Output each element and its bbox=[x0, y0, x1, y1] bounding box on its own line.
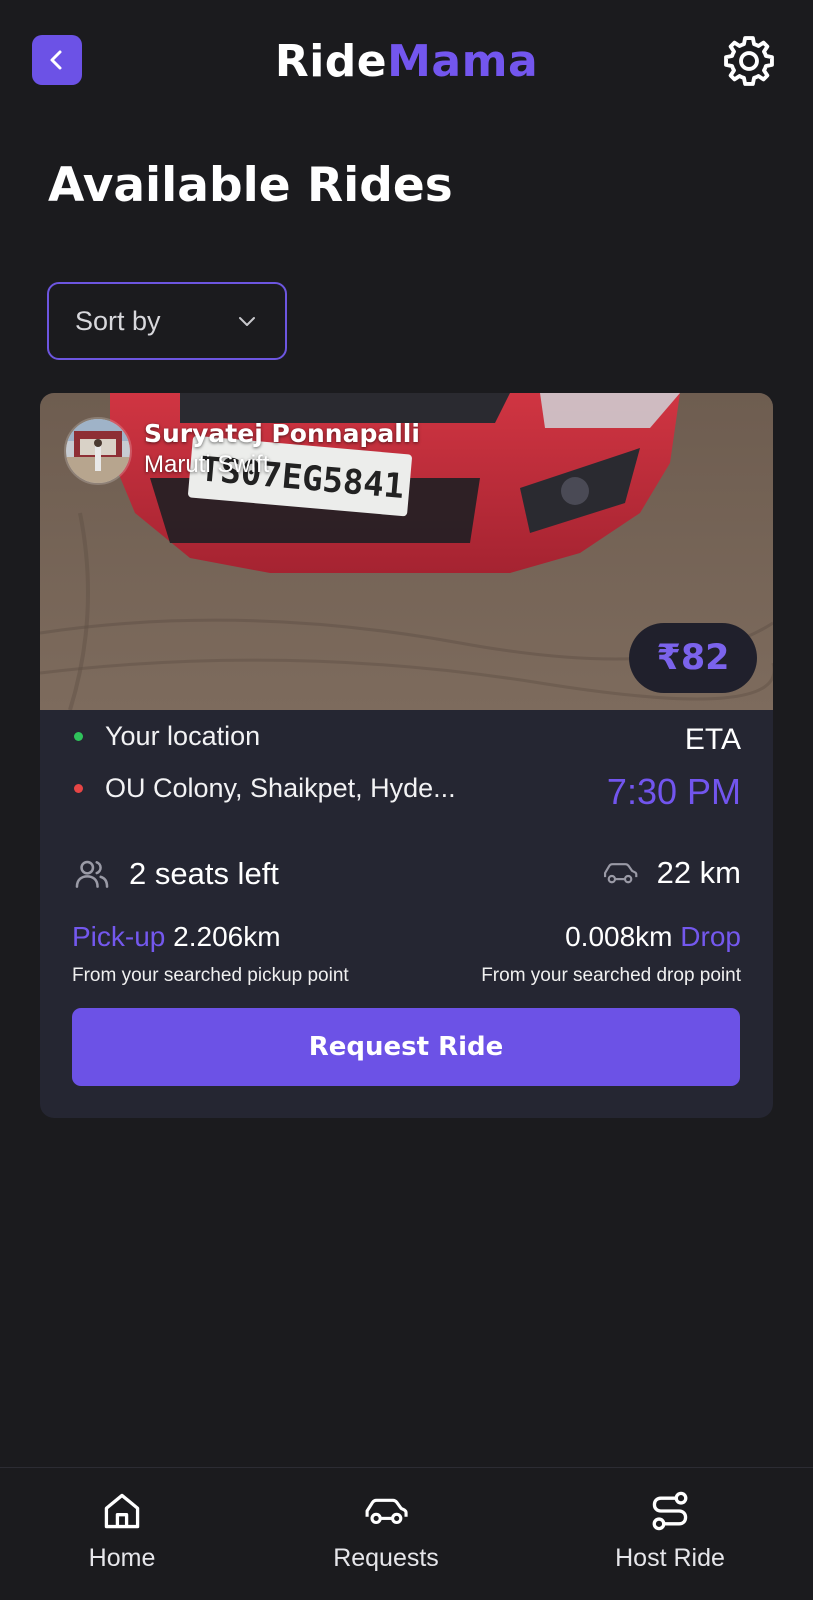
nav-label-home: Home bbox=[88, 1544, 156, 1572]
chevron-down-icon bbox=[239, 317, 255, 326]
pickup-subtext: From your searched pickup point bbox=[72, 965, 349, 986]
eta-label: ETA bbox=[684, 723, 741, 756]
nav-item-home[interactable]: Home bbox=[22, 1468, 222, 1600]
settings-button[interactable] bbox=[720, 32, 778, 90]
destination-text: OU Colony, Shaikpet, Hyde... bbox=[105, 773, 456, 803]
sort-by-label: Sort by bbox=[75, 305, 161, 336]
app-logo: RideMama bbox=[0, 36, 813, 87]
car-photo: TS07EG5841 Suryatej Ponnapalli Maruti Sw… bbox=[40, 393, 773, 710]
gear-icon bbox=[724, 36, 774, 86]
sort-by-dropdown[interactable]: Sort by bbox=[47, 282, 287, 360]
destination-row: OU Colony, Shaikpet, Hyde... bbox=[74, 773, 456, 804]
users-icon bbox=[75, 860, 109, 888]
origin-row: Your location bbox=[74, 721, 260, 752]
car-icon bbox=[365, 1498, 408, 1525]
origin-text: Your location bbox=[105, 721, 261, 751]
home-icon bbox=[104, 1493, 140, 1529]
brand-part-mama: Mama bbox=[387, 36, 539, 87]
avatar-image bbox=[66, 419, 130, 483]
nav-item-requests[interactable]: Requests bbox=[286, 1468, 486, 1600]
car-icon bbox=[603, 863, 637, 884]
seats-info: 2 seats left bbox=[73, 855, 279, 893]
pickup-info: Pick-up 2.206km bbox=[72, 921, 281, 953]
pickup-label: Pick-up bbox=[72, 921, 166, 952]
drop-subtext: From your searched drop point bbox=[481, 965, 741, 986]
brand-part-ride: Ride bbox=[274, 36, 388, 87]
app-screen: RideMama Available Rides Sort by TS07EG5… bbox=[0, 0, 813, 1600]
nav-label-requests: Requests bbox=[333, 1544, 439, 1572]
destination-dot-icon bbox=[74, 784, 83, 793]
nav-label-host-ride: Host Ride bbox=[615, 1544, 725, 1572]
eta-time: 7:30 PM bbox=[606, 771, 741, 812]
drop-label: Drop bbox=[680, 921, 741, 952]
origin-dot-icon bbox=[74, 732, 83, 741]
price-badge: ₹82 bbox=[629, 623, 757, 693]
car-model: Maruti Swift bbox=[144, 451, 270, 478]
driver-name: Suryatej Ponnapalli bbox=[144, 419, 420, 448]
drop-distance: 0.008km bbox=[565, 921, 673, 952]
drop-info: 0.008km Drop bbox=[565, 921, 741, 953]
pickup-distance: 2.206km bbox=[173, 921, 281, 952]
ride-card[interactable]: TS07EG5841 Suryatej Ponnapalli Maruti Sw… bbox=[40, 393, 773, 1118]
nav-item-host-ride[interactable]: Host Ride bbox=[570, 1468, 770, 1600]
distance-value: 22 km bbox=[656, 855, 741, 890]
trip-distance: 22 km bbox=[601, 855, 741, 891]
request-ride-button[interactable]: Request Ride bbox=[72, 1008, 740, 1086]
seats-left: 2 seats left bbox=[129, 856, 279, 891]
bottom-nav: Home Requests Host Ride bbox=[0, 1467, 813, 1600]
driver-avatar[interactable] bbox=[64, 417, 132, 485]
route-icon bbox=[652, 1491, 688, 1531]
page-title: Available Rides bbox=[48, 158, 453, 213]
